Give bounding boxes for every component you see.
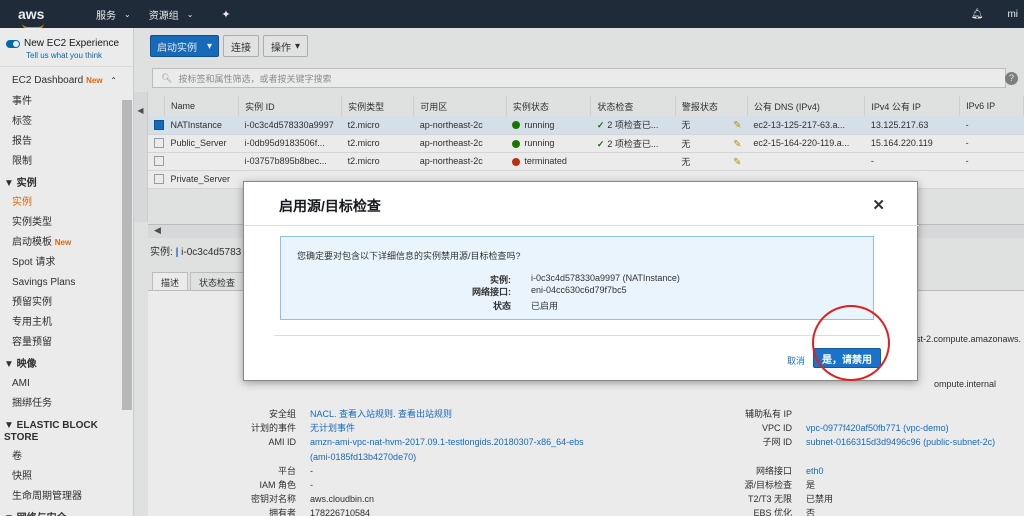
eni-label: 网络接口: [472,287,511,297]
highlight-circle [812,305,890,381]
status-label: 状态 [492,301,511,311]
info-box: 您确定要对包含以下详细信息的实例禁用源/目标检查吗? 实例: i-0c3c4d5… [280,236,874,320]
divider [274,335,880,336]
instance-value: i-0c3c4d578330a9997 (NATInstance) [531,273,680,283]
divider [244,225,919,226]
status-value: 已启用 [531,301,559,311]
close-icon[interactable]: ✕ [872,196,885,214]
cancel-button[interactable]: 取消 [787,354,805,367]
dialog-title: 启用源/目标检查 [279,198,381,214]
confirm-question: 您确定要对包含以下详细信息的实例禁用源/目标检查吗? [297,251,521,261]
eni-value: eni-04cc630c6d79f7bc5 [531,285,627,295]
